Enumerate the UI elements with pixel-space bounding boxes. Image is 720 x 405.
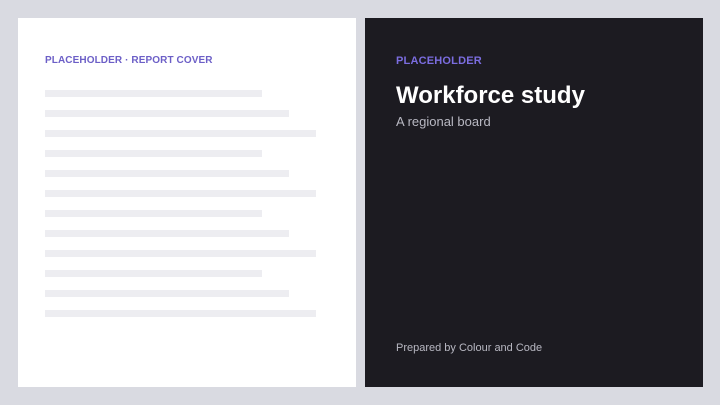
cover-subtitle: A regional board	[396, 114, 491, 129]
placeholder-line	[45, 130, 316, 137]
placeholder-line	[45, 270, 262, 277]
placeholder-line	[45, 310, 316, 317]
placeholder-text-lines	[45, 90, 317, 330]
placeholder-line	[45, 190, 316, 197]
placeholder-label: PLACEHOLDER · REPORT COVER	[45, 55, 213, 66]
placeholder-line	[45, 210, 262, 217]
report-cover-placeholder-panel: PLACEHOLDER · REPORT COVER	[18, 18, 356, 387]
placeholder-line	[45, 230, 289, 237]
cover-credit: Prepared by Colour and Code	[396, 342, 543, 354]
placeholder-line	[45, 90, 262, 97]
cover-title: Workforce study	[396, 82, 585, 109]
report-cover-dark-panel: PLACEHOLDER Workforce study A regional b…	[365, 18, 703, 387]
placeholder-line	[45, 150, 262, 157]
placeholder-line	[45, 170, 289, 177]
placeholder-line	[45, 290, 289, 297]
placeholder-line	[45, 250, 316, 257]
cover-eyebrow: PLACEHOLDER	[396, 55, 482, 67]
placeholder-line	[45, 110, 289, 117]
